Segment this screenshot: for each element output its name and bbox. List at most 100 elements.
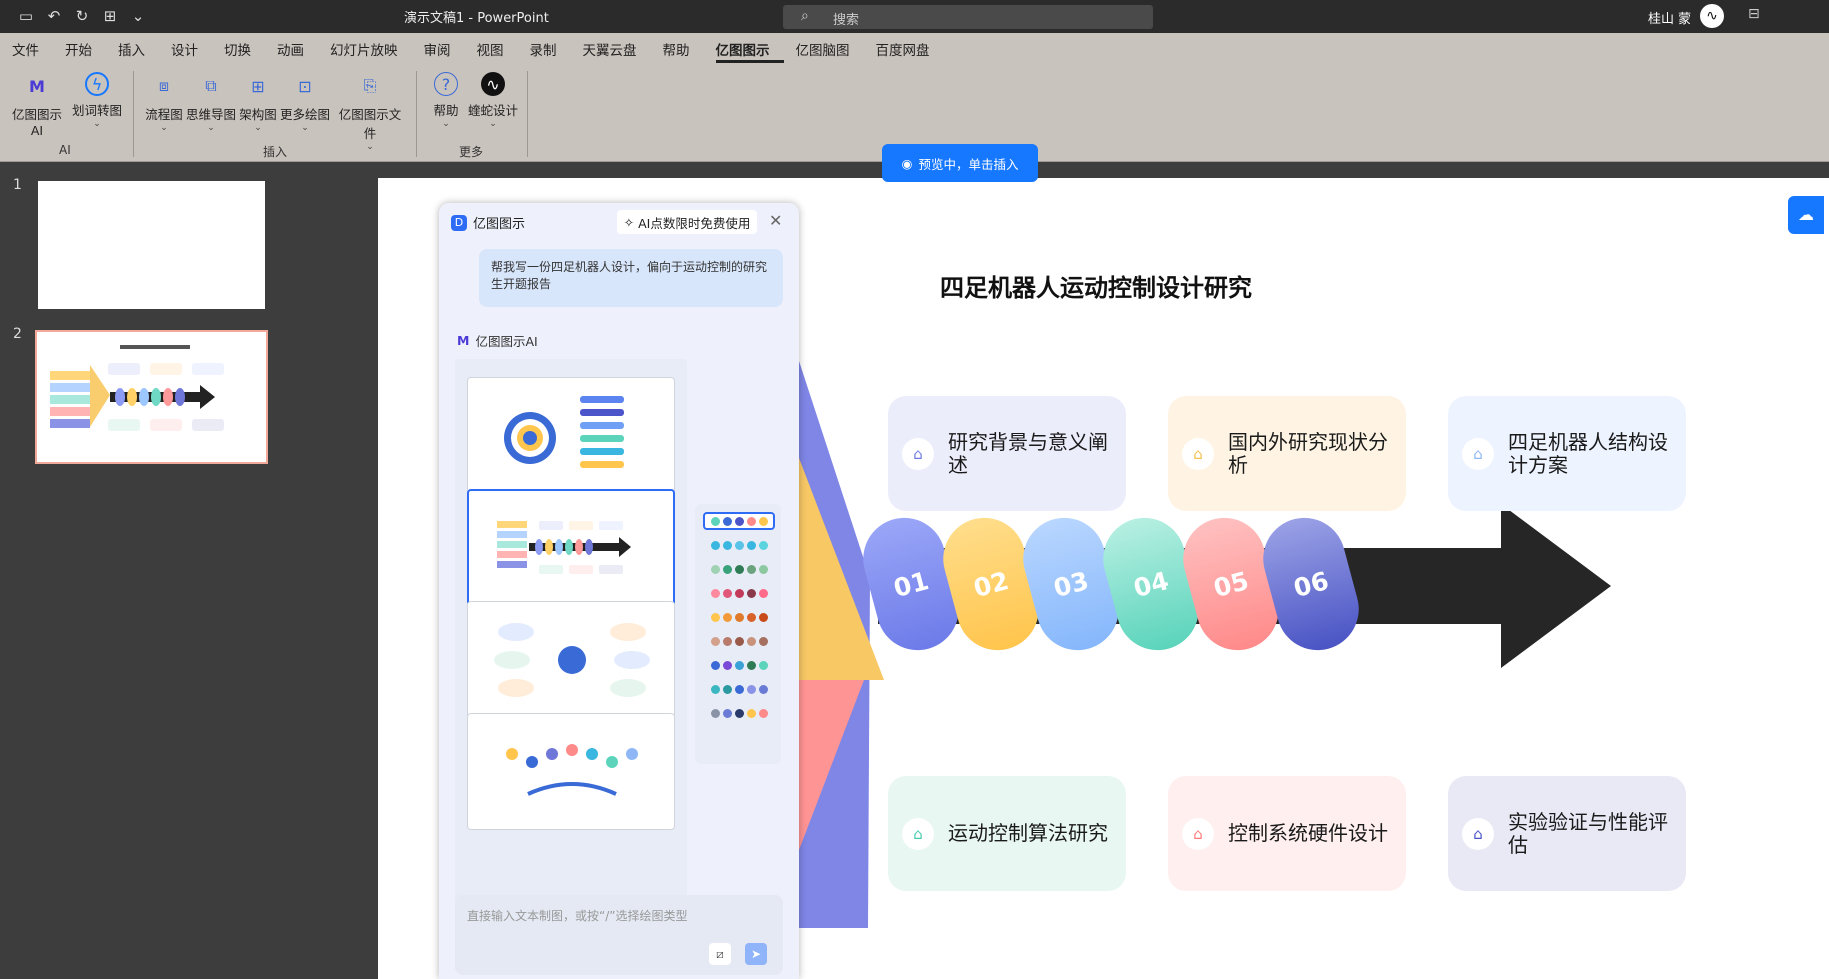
color-dot bbox=[722, 684, 732, 694]
template-card[interactable] bbox=[467, 713, 675, 830]
color-dot bbox=[734, 516, 744, 526]
color-dot bbox=[758, 540, 768, 550]
more-diagrams-button[interactable]: ⊡ 更多绘图 ⌄ bbox=[280, 72, 331, 134]
search-placeholder: 搜索 bbox=[833, 13, 860, 28]
color-swatch[interactable] bbox=[703, 608, 775, 626]
edraw-side-toggle[interactable]: ☁ bbox=[1788, 196, 1824, 234]
help-button[interactable]: ? 帮助 ⌄ bbox=[428, 72, 464, 129]
architecture-button[interactable]: ⊞ 架构图 ⌄ bbox=[238, 72, 278, 134]
tab-3[interactable]: 设计 bbox=[171, 33, 212, 63]
edraw-file-button[interactable]: ⎘ 亿图图示文件 ⌄ bbox=[333, 72, 407, 152]
diagram-type-button[interactable]: ⧄ bbox=[709, 943, 731, 965]
color-dot bbox=[734, 612, 744, 622]
color-swatch[interactable] bbox=[703, 584, 775, 602]
send-icon: ➤ bbox=[750, 947, 762, 961]
chevron-down-icon: ⌄ bbox=[207, 123, 215, 133]
customize-qat-icon[interactable]: ⌄ bbox=[128, 6, 148, 26]
flowchart-icon: ⧈ bbox=[158, 76, 170, 95]
tab-11[interactable]: 帮助 bbox=[663, 33, 704, 63]
mindmap-icon: ⧉ bbox=[205, 76, 217, 95]
color-dot bbox=[734, 708, 744, 718]
slide-thumbnail-1[interactable] bbox=[38, 181, 265, 309]
tab-7[interactable]: 审阅 bbox=[424, 33, 465, 63]
org-chart-icon: ⊞ bbox=[251, 76, 265, 96]
color-dot bbox=[722, 564, 732, 574]
color-dot bbox=[710, 684, 720, 694]
edraw-ai-button[interactable]: M 亿图图示AI bbox=[8, 72, 66, 139]
color-swatch[interactable] bbox=[703, 680, 775, 698]
cloud-icon: ☁ bbox=[1798, 205, 1814, 224]
edraw-ai-panel: D 亿图图示 ✧ AI点数限时免费使用 ✕ 帮我写一份四足机器人设计，偏向于运动… bbox=[439, 203, 799, 979]
group-label-more: 更多 bbox=[459, 145, 484, 159]
color-dot bbox=[746, 684, 756, 694]
template-list bbox=[455, 359, 687, 919]
chevron-down-icon: ⌄ bbox=[301, 123, 309, 133]
present-icon[interactable]: ⊞ bbox=[100, 6, 120, 26]
ribbon-display-icon[interactable]: ⊟ bbox=[1748, 6, 1760, 22]
chevron-down-icon: ⌄ bbox=[489, 119, 497, 129]
color-dot bbox=[710, 636, 720, 646]
template-card[interactable] bbox=[467, 601, 675, 718]
group-label-ai: AI bbox=[59, 143, 71, 157]
ai-response-label: 亿图图示AI bbox=[475, 334, 538, 349]
edraw-file-label: 亿图图示文件 bbox=[338, 107, 402, 141]
slide-number: 2 bbox=[13, 326, 22, 342]
template-preview-fishbone bbox=[497, 521, 631, 574]
prompt-placeholder: 直接输入文本制图，或按“/”选择绘图类型 bbox=[467, 909, 688, 923]
tab-5[interactable]: 动画 bbox=[277, 33, 318, 63]
color-dot bbox=[758, 660, 768, 670]
search-icon: ⌕ bbox=[801, 8, 809, 24]
tab-6[interactable]: 幻灯片放映 bbox=[330, 33, 412, 63]
chevron-down-icon: ⌄ bbox=[93, 119, 101, 129]
color-swatch[interactable] bbox=[703, 512, 775, 530]
tab-2[interactable]: 插入 bbox=[118, 33, 159, 63]
color-swatch[interactable] bbox=[703, 632, 775, 650]
color-swatch[interactable] bbox=[703, 704, 775, 722]
mindmap-button[interactable]: ⧉ 思维导图 ⌄ bbox=[184, 72, 238, 133]
template-card-selected[interactable] bbox=[467, 489, 675, 606]
tab-4[interactable]: 切换 bbox=[224, 33, 265, 63]
tab-10[interactable]: 天翼云盘 bbox=[583, 33, 651, 63]
ai-points-badge[interactable]: ✧ AI点数限时免费使用 bbox=[617, 210, 757, 234]
close-icon[interactable]: ✕ bbox=[769, 211, 782, 230]
send-button[interactable]: ➤ bbox=[745, 943, 767, 965]
text-to-diagram-button[interactable]: ϟ 划词转图 ⌄ bbox=[68, 72, 126, 129]
preview-insert-button[interactable]: ◉ 预览中，单击插入 bbox=[882, 144, 1038, 182]
avatar[interactable]: ∿ bbox=[1700, 4, 1724, 28]
color-dot bbox=[758, 708, 768, 718]
home-icon: ⌂ bbox=[1182, 817, 1214, 850]
color-swatch[interactable] bbox=[703, 656, 775, 674]
ribbon-tabs: 文件 开始 插入 设计 切换 动画 幻灯片放映 审阅 视图 录制 天翼云盘 帮助 亿图图示 亿图脑图 百度网… bbox=[0, 33, 1829, 63]
tab-13[interactable]: 亿图脑图 bbox=[796, 33, 864, 63]
viper-design-button[interactable]: ∿ 蝰蛇设计 ⌄ bbox=[466, 72, 520, 129]
flowchart-label: 流程图 bbox=[145, 107, 183, 122]
template-preview-target bbox=[504, 396, 624, 468]
color-dot bbox=[758, 564, 768, 574]
color-dot bbox=[746, 660, 756, 670]
flowchart-button[interactable]: ⧈ 流程图 ⌄ bbox=[140, 72, 188, 133]
color-dot bbox=[758, 636, 768, 646]
template-card[interactable] bbox=[467, 377, 675, 494]
document-title: 演示文稿1 - PowerPoint bbox=[404, 11, 549, 26]
group-divider bbox=[133, 71, 134, 157]
search-box[interactable]: ⌕ 搜索 bbox=[783, 5, 1153, 29]
undo-icon[interactable]: ↶ bbox=[44, 6, 64, 26]
slide-thumbnail-2[interactable] bbox=[35, 330, 268, 464]
color-dot bbox=[710, 660, 720, 670]
color-swatch[interactable] bbox=[703, 536, 775, 554]
color-swatch[interactable] bbox=[703, 560, 775, 578]
color-dot bbox=[710, 612, 720, 622]
tab-8[interactable]: 视图 bbox=[477, 33, 518, 63]
tab-9[interactable]: 录制 bbox=[530, 33, 571, 63]
prompt-input[interactable]: 直接输入文本制图，或按“/”选择绘图类型 ⧄ ➤ bbox=[455, 895, 783, 975]
card-text: 四足机器人结构设计方案 bbox=[1508, 429, 1668, 477]
tab-12[interactable]: 亿图图示 bbox=[715, 33, 784, 63]
edraw-ai-label: 亿图图示AI bbox=[11, 107, 62, 138]
more-diagrams-label: 更多绘图 bbox=[280, 107, 331, 122]
user-name[interactable]: 桂山 蒙 bbox=[1648, 8, 1691, 27]
save-icon[interactable]: ▭ bbox=[16, 6, 36, 26]
tab-0[interactable]: 文件 bbox=[12, 33, 53, 63]
tab-1[interactable]: 开始 bbox=[65, 33, 106, 63]
tab-14[interactable]: 百度网盘 bbox=[876, 33, 944, 63]
redo-icon[interactable]: ↻ bbox=[72, 6, 92, 26]
